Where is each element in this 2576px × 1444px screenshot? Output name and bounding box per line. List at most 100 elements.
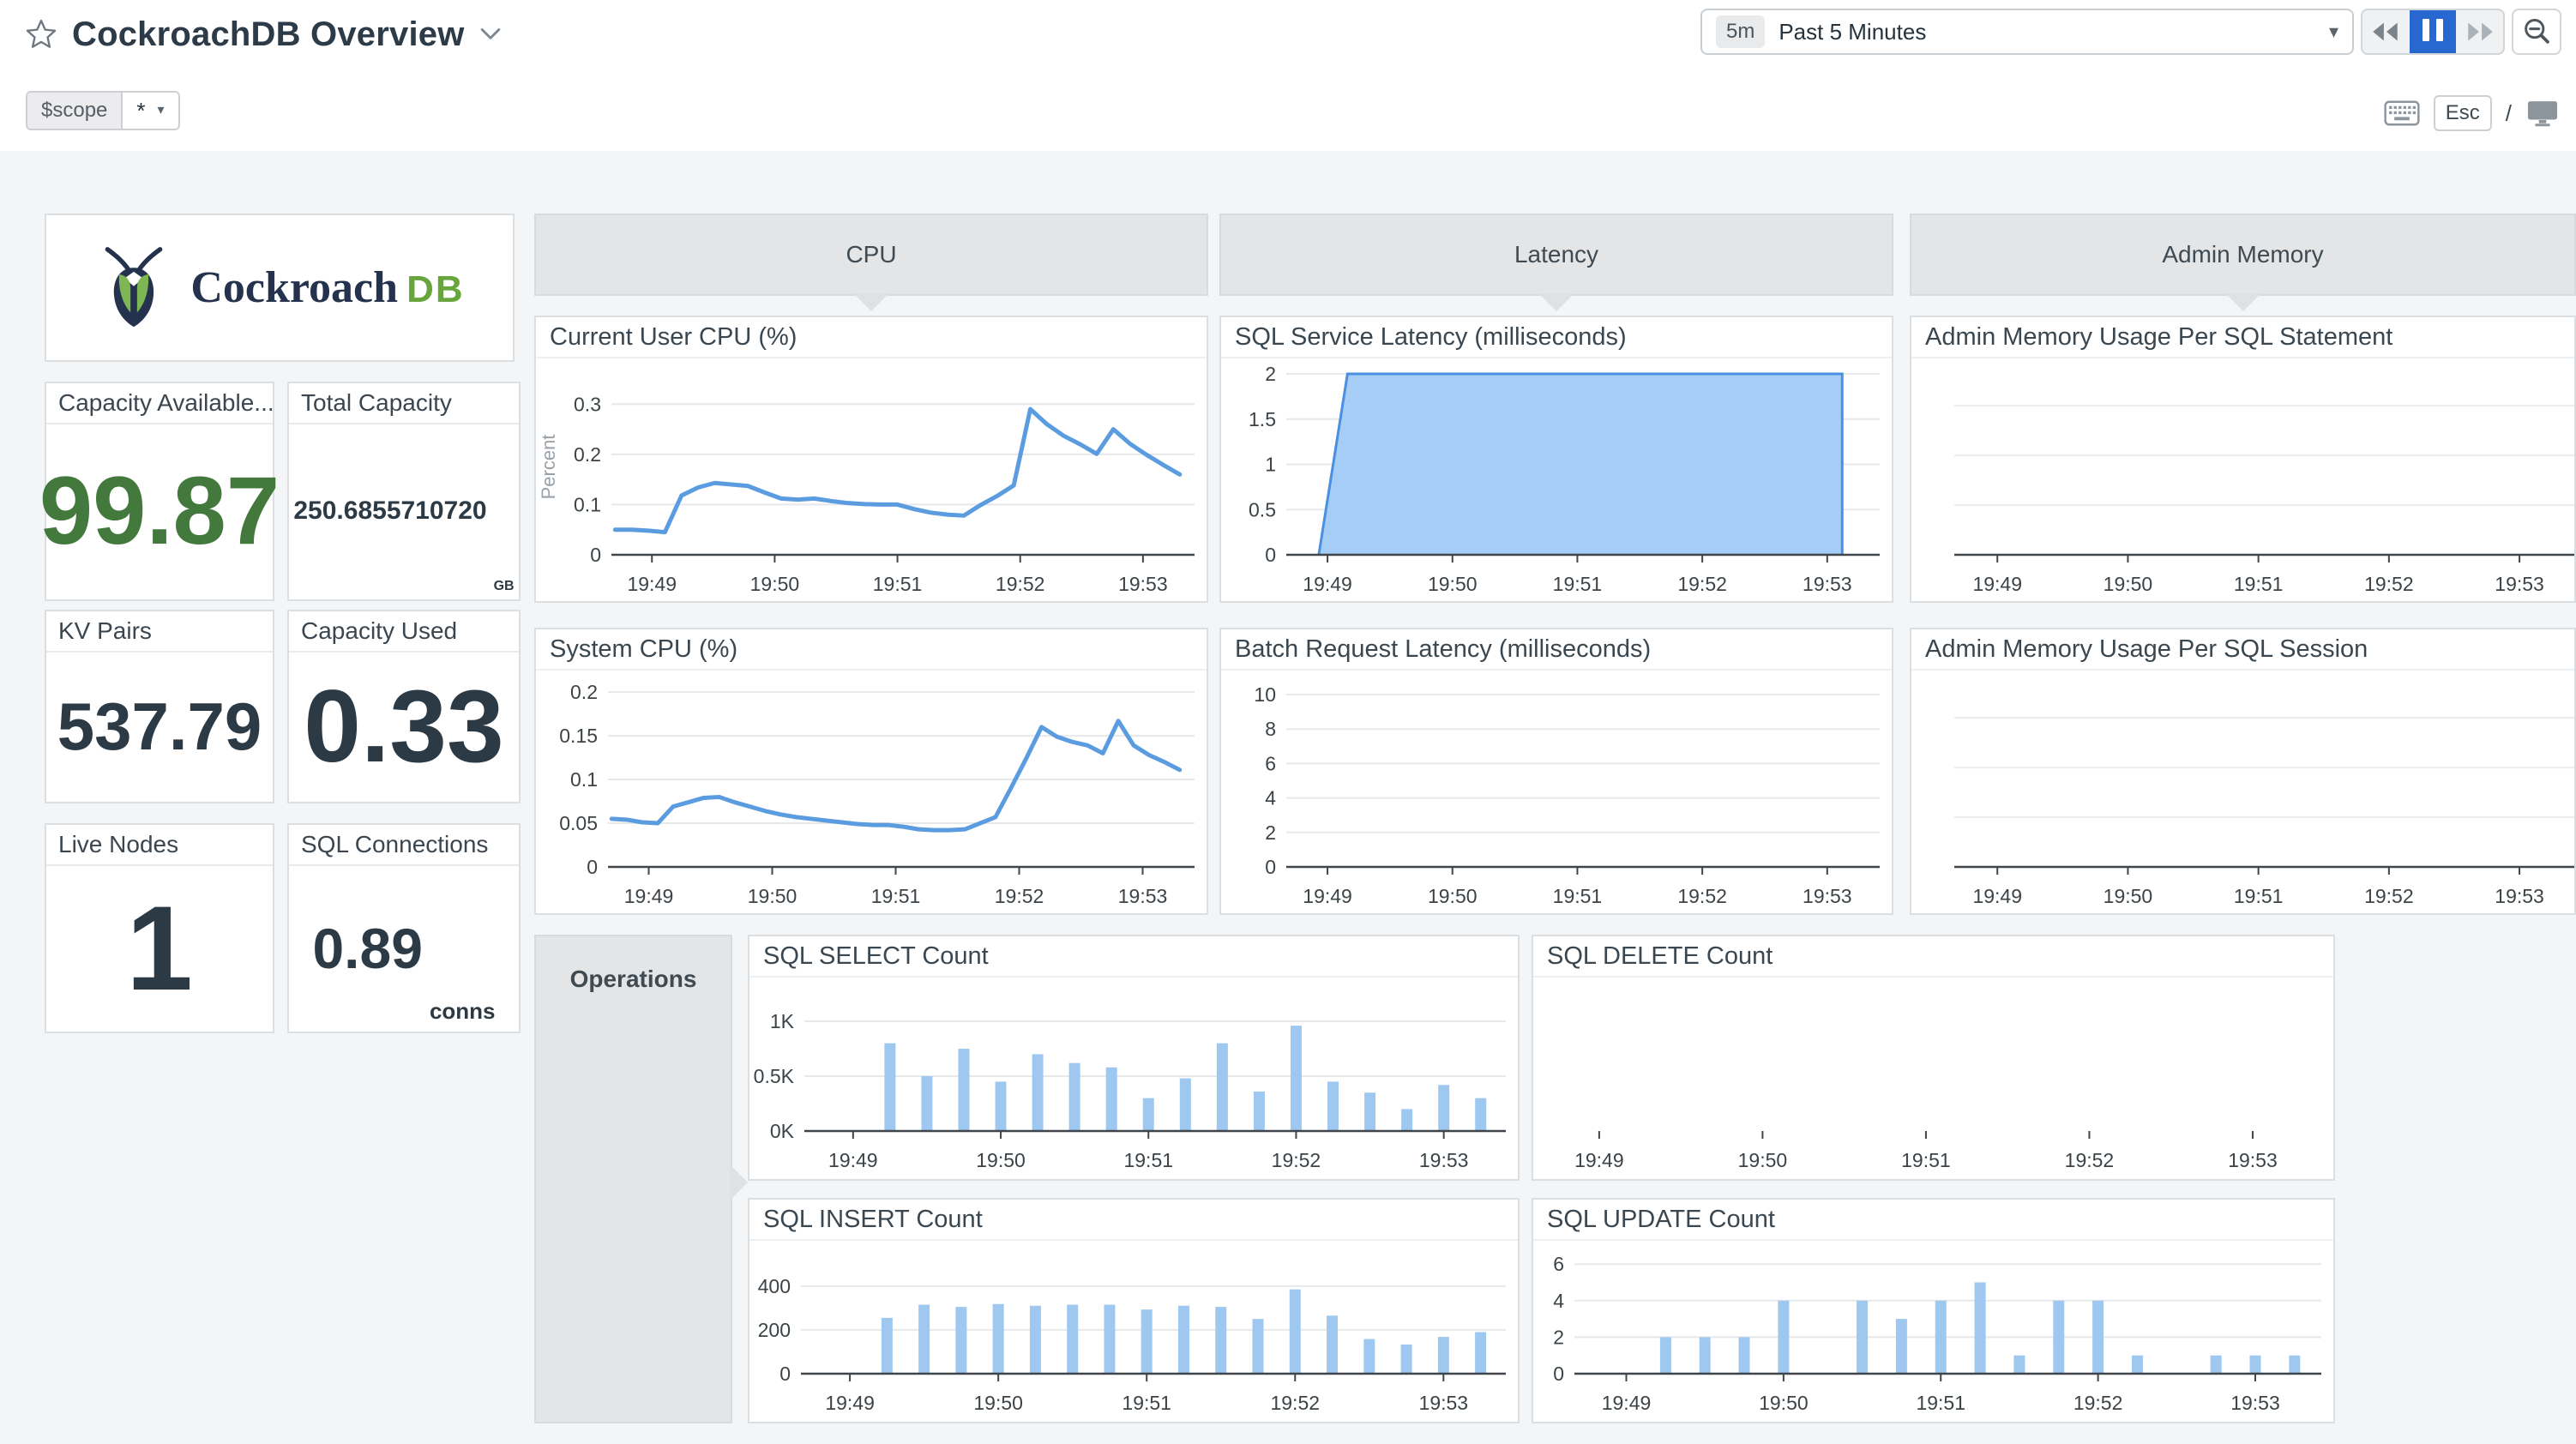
chevron-down-icon[interactable] [480, 27, 501, 41]
group-header-cpu[interactable]: CPU [534, 214, 1208, 311]
stat-unit: conns [429, 998, 496, 1024]
chart-plot-sql-select-count[interactable]: 0K 0.5K 1K 19:49 19:50 19:51 19:52 19:53 [749, 976, 1518, 1179]
pause-button[interactable] [2409, 10, 2457, 53]
stat-title: SQL Connections [289, 825, 519, 866]
group-label: Admin Memory [2162, 241, 2324, 268]
svg-text:19:49: 19:49 [1303, 573, 1352, 595]
stat-value: 1 [126, 880, 193, 1015]
svg-text:10: 10 [1254, 683, 1276, 706]
chart-plot-sql-insert-count[interactable]: 0 200 400 19:49 19:50 19:51 19:52 19:53 [749, 1239, 1518, 1422]
svg-text:0: 0 [1265, 544, 1276, 566]
chart-title: Admin Memory Usage Per SQL Statement [1911, 317, 2574, 358]
svg-text:19:49: 19:49 [1972, 573, 2022, 595]
stat-title: Total Capacity [289, 383, 519, 424]
pause-icon [2419, 18, 2447, 45]
scope-caret-icon: ▾ [157, 103, 165, 117]
stat-value: 99.87 [39, 457, 280, 564]
stat-card-sql-connections[interactable]: SQL Connections 0.89 conns [287, 823, 521, 1033]
logo-wordmark: Cockroach [190, 263, 399, 312]
svg-text:19:52: 19:52 [996, 573, 1045, 595]
rewind-button[interactable] [2362, 10, 2410, 53]
svg-text:19:50: 19:50 [973, 1392, 1023, 1414]
svg-text:19:52: 19:52 [2364, 885, 2414, 907]
stat-title: Live Nodes [46, 825, 273, 866]
svg-text:19:50: 19:50 [1738, 1149, 1788, 1171]
svg-text:19:51: 19:51 [1122, 1392, 1171, 1414]
svg-text:200: 200 [758, 1319, 791, 1341]
stat-unit: GB [493, 579, 515, 593]
stat-card-capacity-available[interactable]: Capacity Available... 99.87 [39, 382, 280, 601]
chart-title: SQL INSERT Count [749, 1200, 1518, 1241]
svg-text:19:49: 19:49 [825, 1392, 875, 1414]
time-range-selector[interactable]: 5m Past 5 Minutes ▾ [1700, 9, 2354, 55]
chart-title: SQL Service Latency (milliseconds) [1221, 317, 1892, 358]
chart-card-sql-update-count[interactable]: SQL UPDATE Count 0 2 4 6 19:49 19:50 19:51 19:5… [1532, 1198, 2335, 1423]
stat-card-total-capacity[interactable]: Total Capacity 250.6855710720 GB [287, 382, 521, 601]
group-header-admin-memory[interactable]: Admin Memory [1910, 214, 2576, 311]
svg-text:6: 6 [1553, 1253, 1564, 1275]
svg-text:19:50: 19:50 [1428, 573, 1478, 595]
zoom-out-button[interactable] [2512, 9, 2561, 55]
chart-card-sql-select-count[interactable]: SQL SELECT Count 0K 0.5K 1K 19:49 19:50 19:51… [748, 935, 1520, 1181]
chart-plot-system-cpu[interactable]: 0 0.05 0.1 0.15 0.2 19:49 19:50 19:51 19:52 19:53 [536, 669, 1207, 913]
svg-text:19:53: 19:53 [1118, 573, 1168, 595]
fast-forward-button[interactable] [2456, 10, 2503, 53]
stat-title: Capacity Used [289, 611, 519, 653]
chart-plot-current-user-cpu[interactable]: 0 0.1 0.2 0.3 19:49 19:50 19:51 19:52 19:53 Perce… [536, 357, 1207, 601]
svg-text:19:49: 19:49 [627, 573, 677, 595]
svg-text:19:49: 19:49 [1574, 1149, 1624, 1171]
svg-text:19:51: 19:51 [1901, 1149, 1951, 1171]
shortcut-hints: Esc / [2384, 94, 2560, 132]
chart-plot-admin-memory-session[interactable]: 19:49 19:50 19:51 19:52 19:53 [1911, 669, 2574, 913]
chart-title: SQL SELECT Count [749, 936, 1518, 978]
chart-card-current-user-cpu[interactable]: Current User CPU (%) 0 0.1 0.2 0.3 19:49 19:5… [534, 316, 1208, 603]
svg-text:19:52: 19:52 [2073, 1392, 2123, 1414]
svg-text:19:53: 19:53 [1803, 573, 1852, 595]
chart-card-admin-memory-statement[interactable]: Admin Memory Usage Per SQL Statement 19:… [1910, 316, 2576, 603]
chart-card-system-cpu[interactable]: System CPU (%) 0 0.05 0.1 0.15 0.2 19:49 19:50… [534, 628, 1208, 915]
svg-text:19:50: 19:50 [1428, 885, 1478, 907]
cockroachdb-logo-card[interactable]: Cockroach DB [45, 214, 515, 362]
svg-text:19:50: 19:50 [748, 885, 797, 907]
chart-title: System CPU (%) [536, 629, 1207, 671]
chart-plot-sql-service-latency[interactable]: 0 0.5 1 1.5 2 19:49 19:50 19:51 19:52 19:53 [1221, 357, 1892, 601]
cockroach-bug-icon [105, 246, 163, 327]
svg-text:0: 0 [779, 1363, 791, 1385]
stat-card-capacity-used[interactable]: Capacity Used 0.33 [287, 610, 521, 803]
chart-card-batch-request-latency[interactable]: Batch Request Latency (milliseconds) 0 2 4… [1219, 628, 1893, 915]
svg-text:19:50: 19:50 [1759, 1392, 1809, 1414]
chart-card-sql-service-latency[interactable]: SQL Service Latency (milliseconds) 0 0.5 1… [1219, 316, 1893, 603]
keyboard-icon[interactable] [2384, 100, 2420, 126]
chart-plot-sql-delete-count[interactable]: 19:49 19:50 19:51 19:52 19:53 [1533, 976, 2333, 1179]
svg-text:0.1: 0.1 [574, 493, 601, 515]
svg-text:19:51: 19:51 [1123, 1149, 1173, 1171]
svg-text:19:53: 19:53 [2228, 1149, 2278, 1171]
esc-button[interactable]: Esc [2433, 95, 2492, 131]
group-header-latency[interactable]: Latency [1219, 214, 1893, 311]
chart-card-sql-insert-count[interactable]: SQL INSERT Count 0 200 400 19:49 19:50 19:51 1… [748, 1198, 1520, 1423]
star-icon[interactable] [26, 19, 57, 50]
stat-card-live-nodes[interactable]: Live Nodes 1 [45, 823, 274, 1033]
chart-plot-sql-update-count[interactable]: 0 2 4 6 19:49 19:50 19:51 19:52 19:53 [1533, 1239, 2333, 1422]
group-header-operations[interactable]: Operations [534, 935, 748, 1423]
dropdown-caret-icon: ▾ [2328, 21, 2338, 42]
chart-plot-admin-memory-statement[interactable]: 19:49 19:50 19:51 19:52 19:53 [1911, 357, 2574, 601]
svg-text:1: 1 [1265, 454, 1276, 476]
stat-card-kv-pairs[interactable]: KV Pairs 537.79 [45, 610, 274, 803]
chart-plot-batch-request-latency[interactable]: 0 2 4 6 8 10 19:49 19:50 19:51 19:52 19:53 [1221, 669, 1892, 913]
chart-title: SQL UPDATE Count [1533, 1200, 2333, 1241]
fullscreen-monitor-icon[interactable] [2525, 99, 2560, 127]
svg-text:19:52: 19:52 [1677, 885, 1727, 907]
svg-text:19:51: 19:51 [871, 885, 921, 907]
svg-text:19:49: 19:49 [624, 885, 674, 907]
chart-card-admin-memory-session[interactable]: Admin Memory Usage Per SQL Session 19:49… [1910, 628, 2576, 915]
svg-text:0.5: 0.5 [1249, 498, 1276, 520]
svg-text:19:51: 19:51 [1916, 1392, 1965, 1414]
svg-text:19:50: 19:50 [2104, 573, 2153, 595]
template-variable-scope[interactable]: $scope * ▾ [26, 91, 180, 130]
svg-text:19:52: 19:52 [1272, 1149, 1321, 1171]
svg-text:0K: 0K [770, 1120, 795, 1142]
chart-card-sql-delete-count[interactable]: SQL DELETE Count 19:49 19:50 19:51 19:52 19:… [1532, 935, 2335, 1181]
group-label: Latency [1514, 241, 1599, 268]
scope-name: $scope [27, 93, 123, 129]
